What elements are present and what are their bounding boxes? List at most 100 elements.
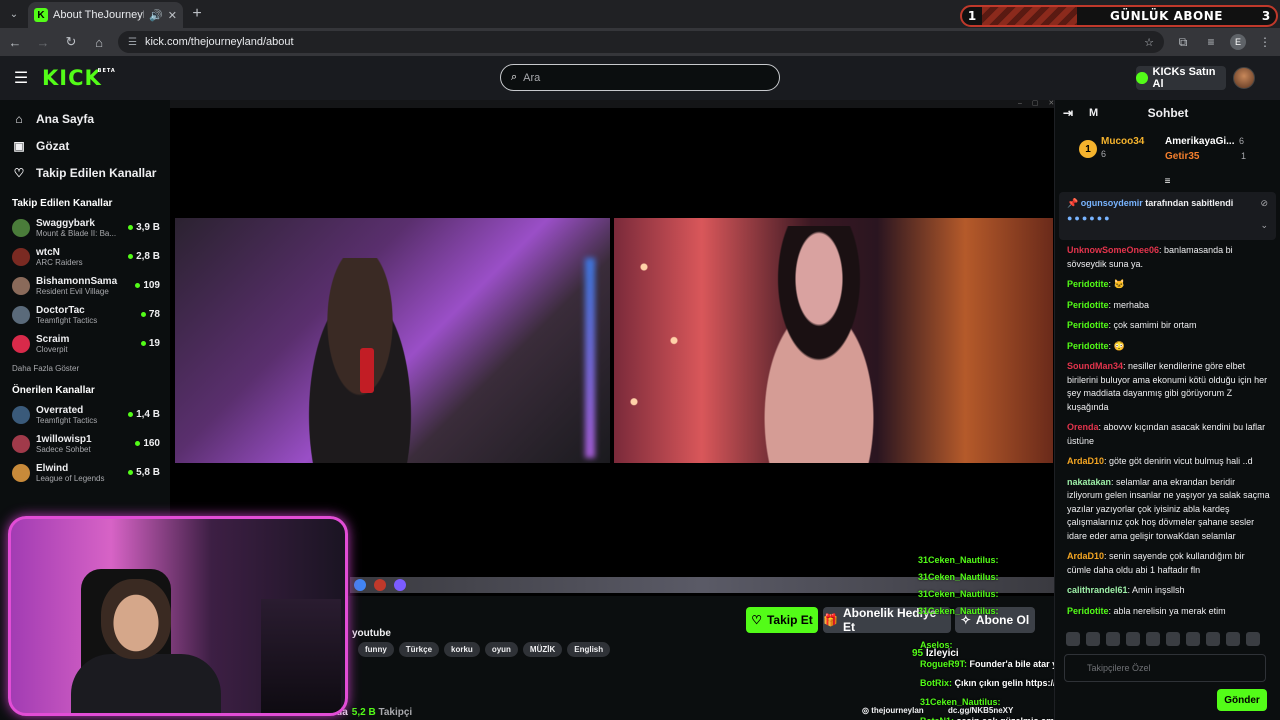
url-field[interactable]: ☰ kick.com/thejourneyland/about ☆ <box>118 31 1164 53</box>
chat-username[interactable]: Peridotite <box>1067 279 1109 289</box>
chat-username[interactable]: Peridotite <box>1067 341 1109 351</box>
chat-username[interactable]: Orenda <box>1067 422 1099 432</box>
fairy-lights-figure <box>614 218 714 463</box>
chat-username[interactable]: ArdaD10 <box>1067 551 1104 561</box>
sidebar-channel[interactable]: 1willowisp1 Sadece Sohbet 160 <box>0 429 170 458</box>
sidebar-channel[interactable]: wtcN ARC Raiders 2,8 B <box>0 242 170 271</box>
site-info-icon[interactable]: ☰ <box>128 37 137 48</box>
viewer-count-text: 78 <box>148 309 160 320</box>
nav-browse[interactable]: ▣ Gözat <box>0 132 170 159</box>
tag-chip[interactable]: oyun <box>484 642 518 657</box>
leaderboard-toggle-icon[interactable]: ≡ <box>1055 176 1280 188</box>
search-input[interactable]: ⌕ Ara <box>500 64 780 91</box>
chat-username[interactable]: calithrandel61 <box>1067 585 1128 595</box>
back-icon[interactable]: ← <box>6 35 24 50</box>
user-avatar[interactable] <box>1233 67 1255 89</box>
sidebar-channel[interactable]: Elwind League of Legends 5,8 B <box>0 458 170 487</box>
new-tab-button[interactable]: + <box>183 5 211 23</box>
emote-icon[interactable] <box>1186 632 1200 646</box>
tag-chip[interactable]: MÜZİK <box>522 642 563 657</box>
streamer-right-figure <box>724 226 914 463</box>
unpin-icon[interactable]: ⊘ <box>1260 198 1268 209</box>
sidebar-channel[interactable]: Swaggybark Mount & Blade II: Ba... 3,9 B <box>0 213 170 242</box>
channel-info: DoctorTac Teamfight Tactics <box>36 305 135 325</box>
expand-pinned-icon[interactable]: ⌄ <box>1260 220 1268 231</box>
channel-avatar <box>12 405 30 424</box>
streamer-webcam-overlay <box>8 516 348 716</box>
heart-icon: ♡ <box>751 613 762 627</box>
sub-widget-left-num: 1 <box>967 9 977 23</box>
emote-icon[interactable] <box>1086 632 1100 646</box>
followed-channels-title: Takip Edilen Kanallar <box>12 198 113 209</box>
tag-chip[interactable]: korku <box>444 642 480 657</box>
tag-chip[interactable]: funny <box>358 642 394 657</box>
chat-mode-label[interactable]: M <box>1089 107 1098 119</box>
followers-number: 5,2 B <box>351 707 376 718</box>
url-text: kick.com/thejourneyland/about <box>144 36 294 48</box>
viewer-count-text: 19 <box>148 338 160 349</box>
profile-avatar[interactable]: E <box>1230 34 1246 50</box>
logo-beta-badge: BETA <box>97 68 116 74</box>
home-browser-icon[interactable]: ⌂ <box>90 35 108 50</box>
collapse-chat-icon[interactable]: ⇥ <box>1063 106 1083 120</box>
reload-icon[interactable]: ↻ <box>62 34 80 50</box>
chat-text: 🐱 <box>1113 279 1125 289</box>
sidebar-channel[interactable]: Scraim Cloverpit 19 <box>0 329 170 358</box>
chat-input-placeholder: Takipçilere Özel <box>1087 663 1151 673</box>
tag-chip[interactable]: English <box>567 642 611 657</box>
tab-list-button[interactable]: ⌄ <box>0 0 28 28</box>
tab-close-icon[interactable]: ✕ <box>168 9 177 22</box>
kick-logo[interactable]: KICK BETA <box>42 66 115 90</box>
browser-tab[interactable]: K About TheJourneyLand - W 🔊 ✕ <box>28 2 183 28</box>
leader3-name[interactable]: Getir35 <box>1165 151 1199 162</box>
live-dot-icon <box>135 283 141 288</box>
kicks-icon <box>1136 72 1148 84</box>
instagram-link[interactable]: ◎ thejourneylan <box>862 706 924 715</box>
chat-input[interactable]: Takipçilere Özel <box>1064 654 1266 682</box>
logo-text: KICK <box>42 66 102 90</box>
sidebar-channel[interactable]: Overrated Teamfight Tactics 1,4 B <box>0 400 170 429</box>
emote-icon[interactable] <box>1166 632 1180 646</box>
emote-icon[interactable] <box>1206 632 1220 646</box>
chat-messages: UnknowSomeOnee06: banlamasanda bi sövsey… <box>1055 244 1280 618</box>
leader2-name[interactable]: AmerikayaGi... <box>1165 136 1234 147</box>
pinned-by-user[interactable]: ogunsoydemir <box>1081 198 1143 208</box>
send-button[interactable]: Gönder <box>1217 689 1267 711</box>
overlay-chat-user: 31Ceken_Nautilus: <box>918 572 999 582</box>
nav-following[interactable]: ♡ Takip Edilen Kanallar <box>0 159 170 186</box>
emote-icon[interactable] <box>1066 632 1080 646</box>
sidebar-channel[interactable]: DoctorTac Teamfight Tactics 78 <box>0 300 170 329</box>
emote-icon[interactable] <box>1226 632 1240 646</box>
sub-widget-progress <box>982 7 1077 25</box>
chat-username[interactable]: ArdaD10 <box>1067 456 1104 466</box>
emote-icon[interactable] <box>1126 632 1140 646</box>
chat-username[interactable]: Peridotite <box>1067 320 1109 330</box>
chat-username[interactable]: Peridotite <box>1067 606 1109 616</box>
chat-username[interactable]: nakatakan <box>1067 477 1111 487</box>
emote-icon[interactable] <box>1106 632 1120 646</box>
buy-kicks-button[interactable]: KICKs Satın Al <box>1136 66 1226 90</box>
chat-username[interactable]: Peridotite <box>1067 300 1109 310</box>
extensions-icon[interactable]: ⧉ <box>1174 35 1192 50</box>
emote-icon[interactable] <box>1146 632 1160 646</box>
pinned-emotes: ●●●●●● <box>1067 213 1112 223</box>
browser-menu-icon[interactable]: ⋮ <box>1256 35 1274 49</box>
nav-home[interactable]: ⌂ Ana Sayfa <box>0 105 170 132</box>
show-more-link[interactable]: Daha Fazla Göster <box>0 364 170 373</box>
viewer-count-text: 5,8 B <box>136 467 160 478</box>
chat-username[interactable]: UnknowSomeOnee06 <box>1067 245 1159 255</box>
leader1-name[interactable]: Mucoo34 <box>1101 136 1144 147</box>
channel-viewers: 160 <box>135 438 160 449</box>
media-control-icon[interactable]: ≡ <box>1202 35 1220 49</box>
menu-icon[interactable]: ☰ <box>0 68 42 88</box>
emote-icon[interactable] <box>1246 632 1260 646</box>
sidebar-channel[interactable]: BishamonnSama Resident Evil Village 109 <box>0 271 170 300</box>
overlay-chat-line: 31Ceken_Nautilus: <box>918 552 1058 569</box>
chat-username[interactable]: SoundMan34 <box>1067 361 1123 371</box>
bookmark-star-icon[interactable]: ☆ <box>1144 36 1154 49</box>
tag-chip[interactable]: Türkçe <box>398 642 440 657</box>
forward-icon[interactable]: → <box>34 35 52 50</box>
follow-button[interactable]: ♡ Takip Et <box>746 607 818 633</box>
stream-cam-left <box>175 218 610 463</box>
channel-name: DoctorTac <box>36 304 85 316</box>
